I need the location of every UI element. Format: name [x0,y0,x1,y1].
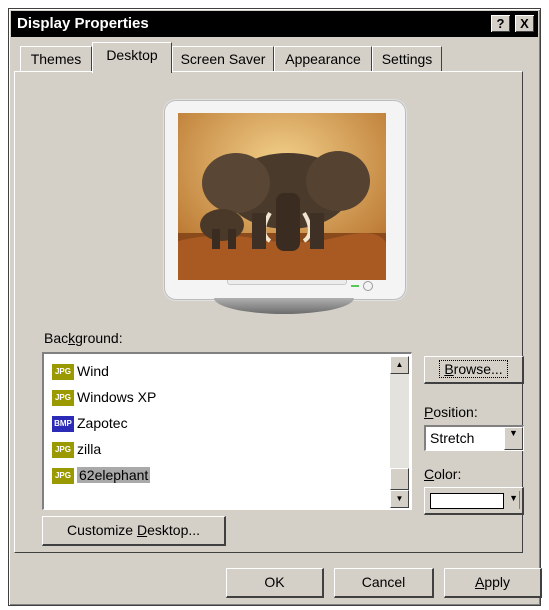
list-item[interactable]: JPG Windows XP [52,386,156,408]
browse-button[interactable]: Browse... [424,356,524,384]
chevron-down-icon[interactable]: ▼ [504,427,523,450]
list-item-selected[interactable]: JPG 62elephant [52,464,151,486]
position-select[interactable]: Stretch ▼ [424,425,524,451]
help-button[interactable]: ? [491,15,510,32]
color-label: Color: [424,466,462,482]
jpg-file-icon: JPG [52,390,74,407]
list-item[interactable]: BMP Zapotec [52,412,128,434]
close-button[interactable]: X [515,15,534,32]
list-item[interactable]: JPG zilla [52,438,101,460]
chevron-down-icon: ▼ [509,493,518,503]
apply-button[interactable]: Apply [444,568,542,598]
scroll-thumb[interactable] [390,468,409,490]
ok-button[interactable]: OK [226,568,324,598]
color-picker-button[interactable]: ▼ [424,487,524,515]
bmp-file-icon: BMP [52,416,74,433]
cancel-button[interactable]: Cancel [334,568,434,598]
background-label: Background: [44,330,123,346]
jpg-file-icon: JPG [52,442,74,459]
elephant-image [178,113,386,280]
color-swatch [430,493,504,509]
scroll-up-arrow-icon[interactable]: ▲ [390,356,409,374]
jpg-file-icon: JPG [52,468,74,485]
tab-appearance[interactable]: Appearance [274,46,372,72]
background-listbox[interactable]: JPG Wind JPG Windows XP BMP Zapotec JPG zill… [42,352,412,510]
wallpaper-preview [178,113,386,280]
tab-themes[interactable]: Themes [20,46,92,72]
list-item[interactable]: JPG Wind [52,360,109,382]
list-scrollbar[interactable]: ▲ ▼ [390,356,409,508]
scroll-down-arrow-icon[interactable]: ▼ [390,490,409,508]
tab-desktop[interactable]: Desktop [92,42,172,73]
customize-desktop-button[interactable]: Customize Desktop... [42,516,226,546]
window-title: Display Properties [17,15,149,32]
jpg-file-icon: JPG [52,364,74,381]
title-bar: Display Properties ? X [11,11,538,37]
tab-screen-saver[interactable]: Screen Saver [172,46,274,72]
position-label: Position: [424,404,478,420]
tab-settings[interactable]: Settings [372,46,442,72]
